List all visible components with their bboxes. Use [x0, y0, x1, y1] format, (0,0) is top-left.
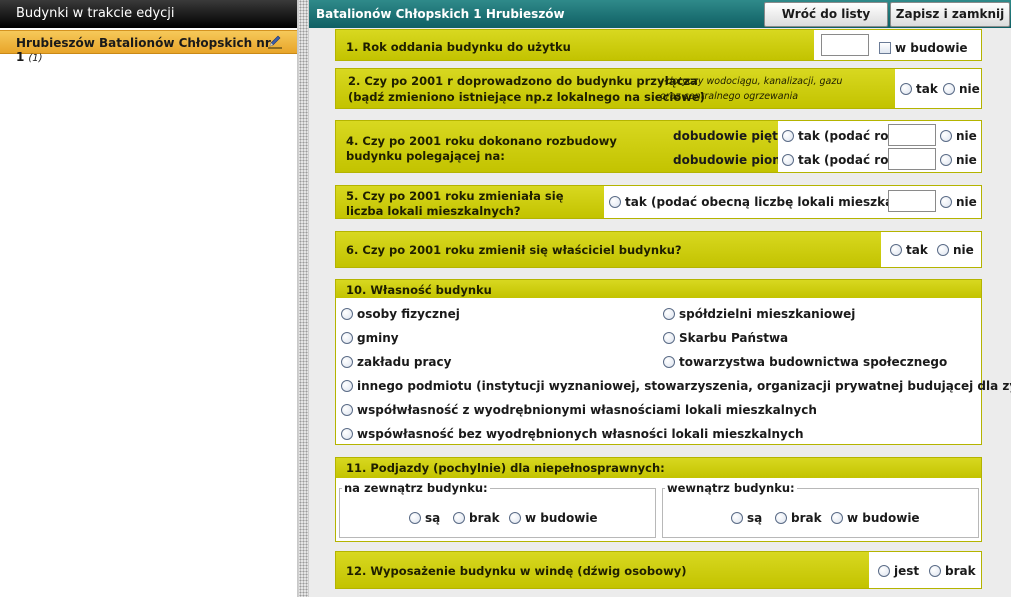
- ownership-label-other-entity: innego podmiotu (instytucji wyznaniowej,…: [357, 379, 1011, 393]
- ramp-inside-no-label: brak: [791, 511, 822, 525]
- section-4-row1-no-label: nie: [956, 129, 977, 143]
- left-panel-header: Budynki w trakcie edycji: [0, 0, 297, 28]
- section-6-no-label: nie: [953, 243, 974, 257]
- section-2-yes-label: tak: [916, 82, 938, 96]
- elevator-yes-label: jest: [894, 564, 920, 578]
- section-11-title: 11. Podjazdy (pochylnie) dla niepełnospr…: [346, 461, 665, 475]
- ownership-label-state-treasury: Skarbu Państwa: [679, 331, 789, 345]
- section-4-row1-yes-label: tak (podać rok): [798, 129, 902, 143]
- section-6-no-radio[interactable]: [937, 244, 949, 256]
- ramp-outside-building-label: w budowie: [525, 511, 598, 525]
- section-4-row1-no-radio[interactable]: [940, 130, 952, 142]
- ownership-radio-co-ownership-unseparated[interactable]: [341, 428, 353, 440]
- ownership-radio-social-housing[interactable]: [663, 356, 675, 368]
- section-4-question-line2: budynku polegającej na:: [346, 149, 505, 163]
- section-5-question-line1: 5. Czy po 2001 roku zmieniała się: [346, 189, 564, 203]
- ownership-radio-municipality[interactable]: [341, 332, 353, 344]
- year-input[interactable]: [821, 34, 869, 56]
- ramp-inside-building-radio[interactable]: [831, 512, 843, 524]
- section-4-question-line1: 4. Czy po 2001 roku dokonano rozbudowy: [346, 134, 617, 148]
- survey-form: 1. Rok oddania budynku do użytku w budow…: [309, 28, 1011, 597]
- section-4-row1-label: dobudowie piętra: [673, 129, 792, 143]
- section-2-no-radio[interactable]: [943, 83, 955, 95]
- ramp-outside-no-radio[interactable]: [453, 512, 465, 524]
- left-panel: Budynki w trakcie edycji Hrubieszów Bata…: [0, 0, 298, 597]
- section-10: 10. Własność budynku osoby fizycznej spó…: [335, 279, 1011, 445]
- building-list-item-label: Hrubieszów Batalionów Chłopskich nr 1: [16, 36, 271, 64]
- section-4-row2-yes-radio[interactable]: [782, 154, 794, 166]
- section-6-yes-radio[interactable]: [890, 244, 902, 256]
- section-10-title: 10. Własność budynku: [346, 283, 492, 297]
- section-2-question-line1: 2. Czy po 2001 r doprowadzono do budynku…: [348, 74, 698, 88]
- ownership-label-workplace: zakładu pracy: [357, 355, 452, 369]
- section-5-question-line2: liczba lokali mieszkalnych?: [346, 204, 521, 218]
- section-2-note-line2: oraz centralnego ogrzewania: [660, 91, 799, 102]
- editor-title: Batalionów Chłopskich 1 Hrubieszów: [316, 7, 565, 21]
- section-5-no-radio[interactable]: [940, 196, 952, 208]
- elevator-no-label: brak: [945, 564, 976, 578]
- ramp-outside-yes-label: są: [425, 511, 441, 525]
- section-11-header: 11. Podjazdy (pochylnie) dla niepełnospr…: [336, 458, 981, 478]
- ownership-label-housing-cooperative: spółdzielni mieszkaniowej: [679, 307, 856, 321]
- ramp-inside-yes-radio[interactable]: [731, 512, 743, 524]
- ramp-inside-building-label: w budowie: [847, 511, 920, 525]
- ramp-inside-yes-label: są: [747, 511, 763, 525]
- ownership-radio-other-entity[interactable]: [341, 380, 353, 392]
- panel-splitter[interactable]: [298, 0, 309, 597]
- elevator-yes-radio[interactable]: [878, 565, 890, 577]
- section-1-question: 1. Rok oddania budynku do użytku: [346, 40, 571, 54]
- ownership-label-co-ownership-separated: współwłasność z wyodrębnionymi własności…: [357, 403, 817, 417]
- section-4-row2-no-radio[interactable]: [940, 154, 952, 166]
- section-4-row2-yes-label: tak (podać rok): [798, 153, 902, 167]
- ownership-label-social-housing: towarzystwa budownictwa społecznego: [679, 355, 948, 369]
- ownership-radio-natural-person[interactable]: [341, 308, 353, 320]
- building-list-item[interactable]: Hrubieszów Batalionów Chłopskich nr 1 (1): [0, 30, 297, 64]
- section-4-row1-year-input[interactable]: [888, 124, 936, 146]
- section-5-no-label: nie: [956, 195, 977, 209]
- section-2-no-label: nie: [959, 82, 980, 96]
- section-10-header: 10. Własność budynku: [336, 280, 981, 298]
- ramp-inside-label: wewnątrz budynku:: [665, 481, 797, 495]
- ownership-label-natural-person: osoby fizycznej: [357, 307, 460, 321]
- section-4: 4. Czy po 2001 roku dokonano rozbudowy b…: [335, 120, 982, 173]
- section-6-question: 6. Czy po 2001 roku zmienił się właścici…: [346, 243, 682, 257]
- elevator-no-radio[interactable]: [929, 565, 941, 577]
- ownership-radio-workplace[interactable]: [341, 356, 353, 368]
- ramp-outside-no-label: brak: [469, 511, 500, 525]
- section-12: 12. Wyposażenie budynku w windę (dźwig o…: [335, 551, 982, 589]
- section-6-yes-label: tak: [906, 243, 928, 257]
- edit-pencil-icon[interactable]: [267, 34, 283, 50]
- section-4-row2-year-input[interactable]: [888, 148, 936, 170]
- section-5-count-input[interactable]: [888, 190, 936, 212]
- section-12-question: 12. Wyposażenie budynku w windę (dźwig o…: [346, 564, 687, 578]
- under-construction-checkbox[interactable]: [879, 42, 891, 54]
- ownership-label-co-ownership-unseparated: wspówłasność bez wyodrębnionych własnośc…: [357, 427, 804, 441]
- ownership-radio-state-treasury[interactable]: [663, 332, 675, 344]
- section-4-row2-label: dobudowie pionu: [673, 153, 790, 167]
- right-panel: Batalionów Chłopskich 1 Hrubieszów Wróć …: [309, 0, 1011, 597]
- section-1: 1. Rok oddania budynku do użytku w budow…: [335, 29, 982, 61]
- section-11: 11. Podjazdy (pochylnie) dla niepełnospr…: [335, 457, 982, 542]
- section-4-row2-no-label: nie: [956, 153, 977, 167]
- section-2: 2. Czy po 2001 r doprowadzono do budynku…: [335, 68, 982, 109]
- section-5-yes-radio[interactable]: [609, 196, 621, 208]
- ownership-radio-co-ownership-separated[interactable]: [341, 404, 353, 416]
- ramp-outside-label: na zewnątrz budynku:: [342, 481, 490, 495]
- ownership-label-municipality: gminy: [357, 331, 399, 345]
- section-6: 6. Czy po 2001 roku zmienił się właścici…: [335, 231, 982, 268]
- building-list-item-count: (1): [28, 53, 43, 64]
- ownership-radio-housing-cooperative[interactable]: [663, 308, 675, 320]
- ramp-outside-yes-radio[interactable]: [409, 512, 421, 524]
- ramp-outside-building-radio[interactable]: [509, 512, 521, 524]
- section-5: 5. Czy po 2001 roku zmieniała się liczba…: [335, 185, 982, 219]
- ramp-inside-no-radio[interactable]: [775, 512, 787, 524]
- section-2-yes-radio[interactable]: [900, 83, 912, 95]
- section-4-row1-yes-radio[interactable]: [782, 130, 794, 142]
- section-2-note-line1: - dotyczy wodociągu, kanalizacji, gazu: [660, 76, 843, 87]
- under-construction-label: w budowie: [895, 41, 968, 55]
- section-2-question-line2: (bądź zmieniono istniejące np.z lokalneg…: [348, 90, 705, 104]
- back-to-list-button[interactable]: Wróć do listy: [764, 2, 888, 27]
- save-and-close-button[interactable]: Zapisz i zamknij: [890, 2, 1010, 27]
